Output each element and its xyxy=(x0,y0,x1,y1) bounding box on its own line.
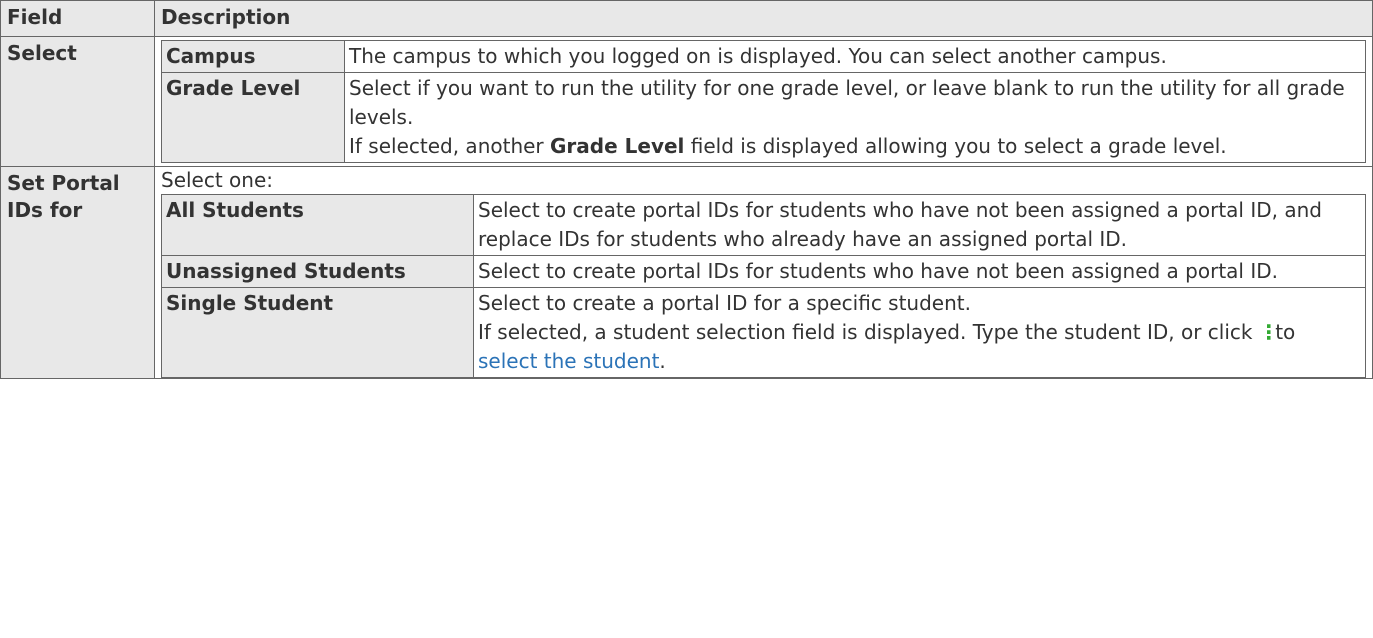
option-row-all-students: All Students Select to create portal IDs… xyxy=(161,194,1366,256)
portal-intro: Select one: xyxy=(161,168,274,192)
grade-level-text-1: Select if you want to run the utility fo… xyxy=(349,76,1345,129)
field-set-portal-ids: Set Portal IDs for xyxy=(0,166,155,379)
grade-level-text-2-pre: If selected, another xyxy=(349,134,551,158)
grade-level-text-2-post: field is displayed allowing you to selec… xyxy=(684,134,1227,158)
single-student-text-2-mid: to xyxy=(1268,320,1296,344)
grade-level-text-2-bold: Grade Level xyxy=(550,134,685,158)
select-description: Campus The campus to which you logged on… xyxy=(154,36,1373,167)
portal-description: Select one: All Students Select to creat… xyxy=(154,166,1373,379)
vertical-ellipsis-icon: ⋮ xyxy=(1258,320,1279,344)
portal-options-table: All Students Select to create portal IDs… xyxy=(161,194,1366,378)
field-select: Select xyxy=(0,36,155,167)
option-text-single-student: Select to create a portal ID for a speci… xyxy=(473,287,1366,378)
option-text-grade-level: Select if you want to run the utility fo… xyxy=(344,72,1366,163)
option-text-all-students: Select to create portal IDs for students… xyxy=(473,194,1366,256)
option-label-campus: Campus xyxy=(161,40,345,73)
portal-row: Set Portal IDs for Select one: All Stude… xyxy=(0,166,1373,379)
option-row-single-student: Single Student Select to create a portal… xyxy=(161,287,1366,378)
option-label-all-students: All Students xyxy=(161,194,474,256)
option-label-unassigned-students: Unassigned Students xyxy=(161,255,474,288)
option-text-unassigned-students: Select to create portal IDs for students… xyxy=(473,255,1366,288)
single-student-text-2-post: . xyxy=(659,349,666,373)
option-label-single-student: Single Student xyxy=(161,287,474,378)
single-student-text-1: Select to create a portal ID for a speci… xyxy=(478,291,971,315)
select-the-student-link[interactable]: select the student xyxy=(478,349,659,373)
option-row-unassigned-students: Unassigned Students Select to create por… xyxy=(161,255,1366,288)
field-description-table: Field Description Select Campus The camp… xyxy=(0,0,1373,379)
select-options-table: Campus The campus to which you logged on… xyxy=(161,40,1366,163)
single-student-text-2-pre: If selected, a student selection field i… xyxy=(478,320,1259,344)
select-row: Select Campus The campus to which you lo… xyxy=(0,36,1373,167)
option-row-campus: Campus The campus to which you logged on… xyxy=(161,40,1366,73)
header-row: Field Description xyxy=(0,0,1373,37)
header-description: Description xyxy=(154,0,1373,37)
option-label-grade-level: Grade Level xyxy=(161,72,345,163)
option-row-grade-level: Grade Level Select if you want to run th… xyxy=(161,72,1366,163)
option-text-campus: The campus to which you logged on is dis… xyxy=(344,40,1366,73)
header-field: Field xyxy=(0,0,155,37)
